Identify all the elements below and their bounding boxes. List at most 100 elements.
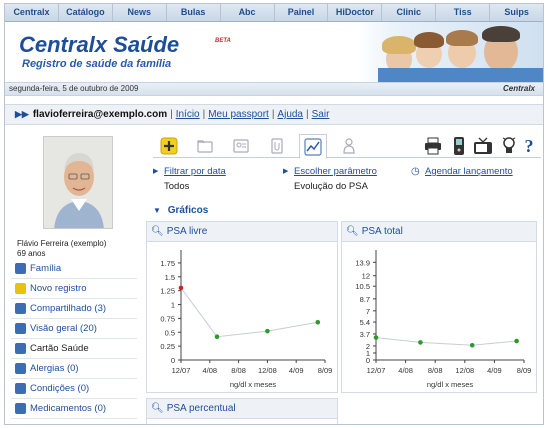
magnifier-icon[interactable]: 🔍︎ — [151, 403, 164, 414]
person-icon[interactable] — [337, 134, 361, 158]
sidebar-item-condicoes[interactable]: Condições (0) — [11, 379, 137, 399]
series-line — [375, 337, 517, 346]
tv-icon[interactable] — [471, 134, 495, 158]
x-axis-label: ng/dl x meses — [230, 380, 277, 389]
triangle-right-icon: ▶ — [153, 168, 159, 175]
sidebar-item-cartao[interactable]: Cartão Saúde — [11, 339, 137, 359]
user-bar: ▶▶ flavioferreira@exemplo.com | Início |… — [5, 104, 543, 125]
topnav-item-bulas[interactable]: Bulas — [167, 4, 221, 21]
top-navigation: Centralx Catálogo News Bulas Abc Painel HiDoct… — [5, 4, 543, 22]
profile-name: Flávio Ferreira (exemplo) — [17, 239, 107, 248]
chart-tab-icon[interactable] — [299, 134, 327, 159]
y-tick-label: 0.5 — [165, 328, 175, 337]
record-toolbar: ? — [153, 132, 541, 159]
topnav-item-tiss[interactable]: Tiss — [436, 4, 491, 21]
x-axis-label: ng/dl x meses — [427, 380, 474, 389]
x-tick-label: 12/07 — [172, 366, 191, 375]
triangle-down-icon: ▼ — [153, 206, 161, 215]
site-header: Centralx Saúde BETA Registro de saúde da… — [5, 22, 543, 82]
parameter-value: Evolução do PSA — [294, 181, 368, 192]
y-tick-label: 1.75 — [160, 259, 175, 268]
sidebar-item-label: Família — [30, 263, 62, 274]
x-tick-label: 4/09 — [289, 366, 304, 375]
y-tick-label: 7 — [366, 307, 370, 316]
x-tick-label: 4/09 — [487, 366, 502, 375]
y-tick-label: 1.25 — [160, 287, 175, 296]
data-point — [373, 335, 379, 340]
health-card-icon — [15, 343, 26, 354]
chart-psa-livre: 0 0.25 0.5 0.75 1 1.25 1.5 1.75 12/07 4/08 8/08 12/… — [160, 250, 332, 389]
add-icon — [15, 283, 26, 294]
schedule-link[interactable]: Agendar lançamento — [425, 166, 513, 177]
clock-icon: ◷ — [411, 166, 420, 177]
x-tick-label: 12/08 — [258, 366, 277, 375]
attachment-icon[interactable] — [265, 134, 289, 158]
y-tick-label: 5.4 — [360, 318, 370, 327]
topnav-item-hidoctor[interactable]: HiDoctor — [328, 4, 383, 21]
filter-by-date-link[interactable]: Filtrar por data — [164, 166, 226, 177]
series-line — [180, 287, 318, 338]
y-tick-label: 0.25 — [160, 342, 175, 351]
charts-section-title[interactable]: ▼ Gráficos — [153, 205, 208, 216]
brand-small: Centralx — [502, 84, 535, 93]
magnifier-icon[interactable]: 🔍︎ — [346, 226, 359, 237]
sidebar-item-compartilhado[interactable]: Compartilhado (3) — [11, 299, 137, 319]
magnifier-icon[interactable]: 🔍︎ — [151, 226, 164, 237]
topnav-item-suips[interactable]: Suips — [490, 4, 543, 21]
x-tick-label: 8/09 — [517, 366, 532, 375]
add-record-button[interactable] — [157, 134, 181, 158]
triangle-right-icon: ▶ — [283, 168, 289, 175]
y-tick-label: 10.5 — [355, 282, 370, 291]
mobile-phone-icon[interactable] — [447, 134, 471, 158]
filter-value: Todos — [164, 181, 190, 192]
allergy-icon — [15, 363, 26, 374]
sidebar-item-alergias[interactable]: Alergias (0) — [11, 359, 137, 379]
link-meu-passport[interactable]: Meu passport — [208, 109, 269, 120]
link-sair[interactable]: Sair — [312, 109, 330, 120]
sidebar-item-familia[interactable]: Família — [11, 259, 137, 279]
y-tick-label: 2 — [366, 342, 370, 351]
sidebar-item-label: Alergias (0) — [30, 363, 79, 374]
link-ajuda[interactable]: Ajuda — [277, 109, 303, 120]
topnav-item-clinic[interactable]: Clinic — [382, 4, 437, 21]
y-tick-label: 1.5 — [165, 273, 175, 282]
chart-title: PSA total — [361, 226, 403, 237]
user-email: flavioferreira@exemplo.com — [32, 109, 168, 120]
sidebar-item-label: Novo registro — [30, 283, 87, 294]
print-icon[interactable] — [421, 134, 445, 158]
sidebar-item-label: Visão geral (20) — [30, 323, 97, 334]
topnav-item-painel[interactable]: Painel — [275, 4, 329, 21]
x-tick-label: 8/08 — [231, 366, 246, 375]
profile-age: 69 anos — [17, 249, 46, 258]
x-tick-label: 12/08 — [455, 366, 474, 375]
data-point — [418, 340, 423, 345]
sidebar-item-visao[interactable]: Visão geral (20) — [11, 319, 137, 339]
sidebar-item-novo[interactable]: Novo registro — [11, 279, 137, 299]
chart-panel-psa-percentual: 🔍︎ PSA percentual — [146, 398, 338, 424]
id-card-icon[interactable] — [229, 134, 253, 158]
topnav-item-centralx[interactable]: Centralx — [5, 4, 59, 21]
topnav-item-abc[interactable]: Abc — [221, 4, 275, 21]
data-point — [469, 342, 475, 348]
y-tick-label: 0 — [171, 356, 175, 365]
data-point — [214, 334, 220, 340]
folder-icon[interactable] — [193, 134, 217, 158]
share-icon — [15, 303, 26, 314]
topnav-item-catálogo[interactable]: Catálogo — [59, 4, 113, 21]
sidebar-item-label: Condições (0) — [30, 383, 90, 394]
y-tick-label: 12 — [362, 272, 370, 281]
brand-logo[interactable]: Centralx Saúde — [19, 32, 179, 58]
chart-psa-total: 0123.75.478.710.51213.912/07 4/08 8/08 12/0… — [355, 250, 532, 389]
beta-badge: BETA — [215, 38, 231, 44]
choose-parameter-link[interactable]: Escolher parâmetro — [294, 166, 377, 177]
topnav-item-news[interactable]: News — [113, 4, 167, 21]
tagline: Registro de saúde da família — [22, 58, 172, 70]
chart-title: PSA percentual — [166, 403, 236, 414]
double-arrow-icon: ▶▶ — [15, 109, 29, 119]
y-tick-label: 1 — [171, 301, 175, 310]
link-inicio[interactable]: Início — [176, 109, 200, 120]
sidebar-item-medicamentos[interactable]: Medicamentos (0) — [11, 399, 137, 419]
data-point — [514, 338, 519, 344]
current-date: segunda-feira, 5 de outubro de 2009 — [9, 84, 139, 93]
help-icon[interactable]: ? — [517, 134, 541, 158]
